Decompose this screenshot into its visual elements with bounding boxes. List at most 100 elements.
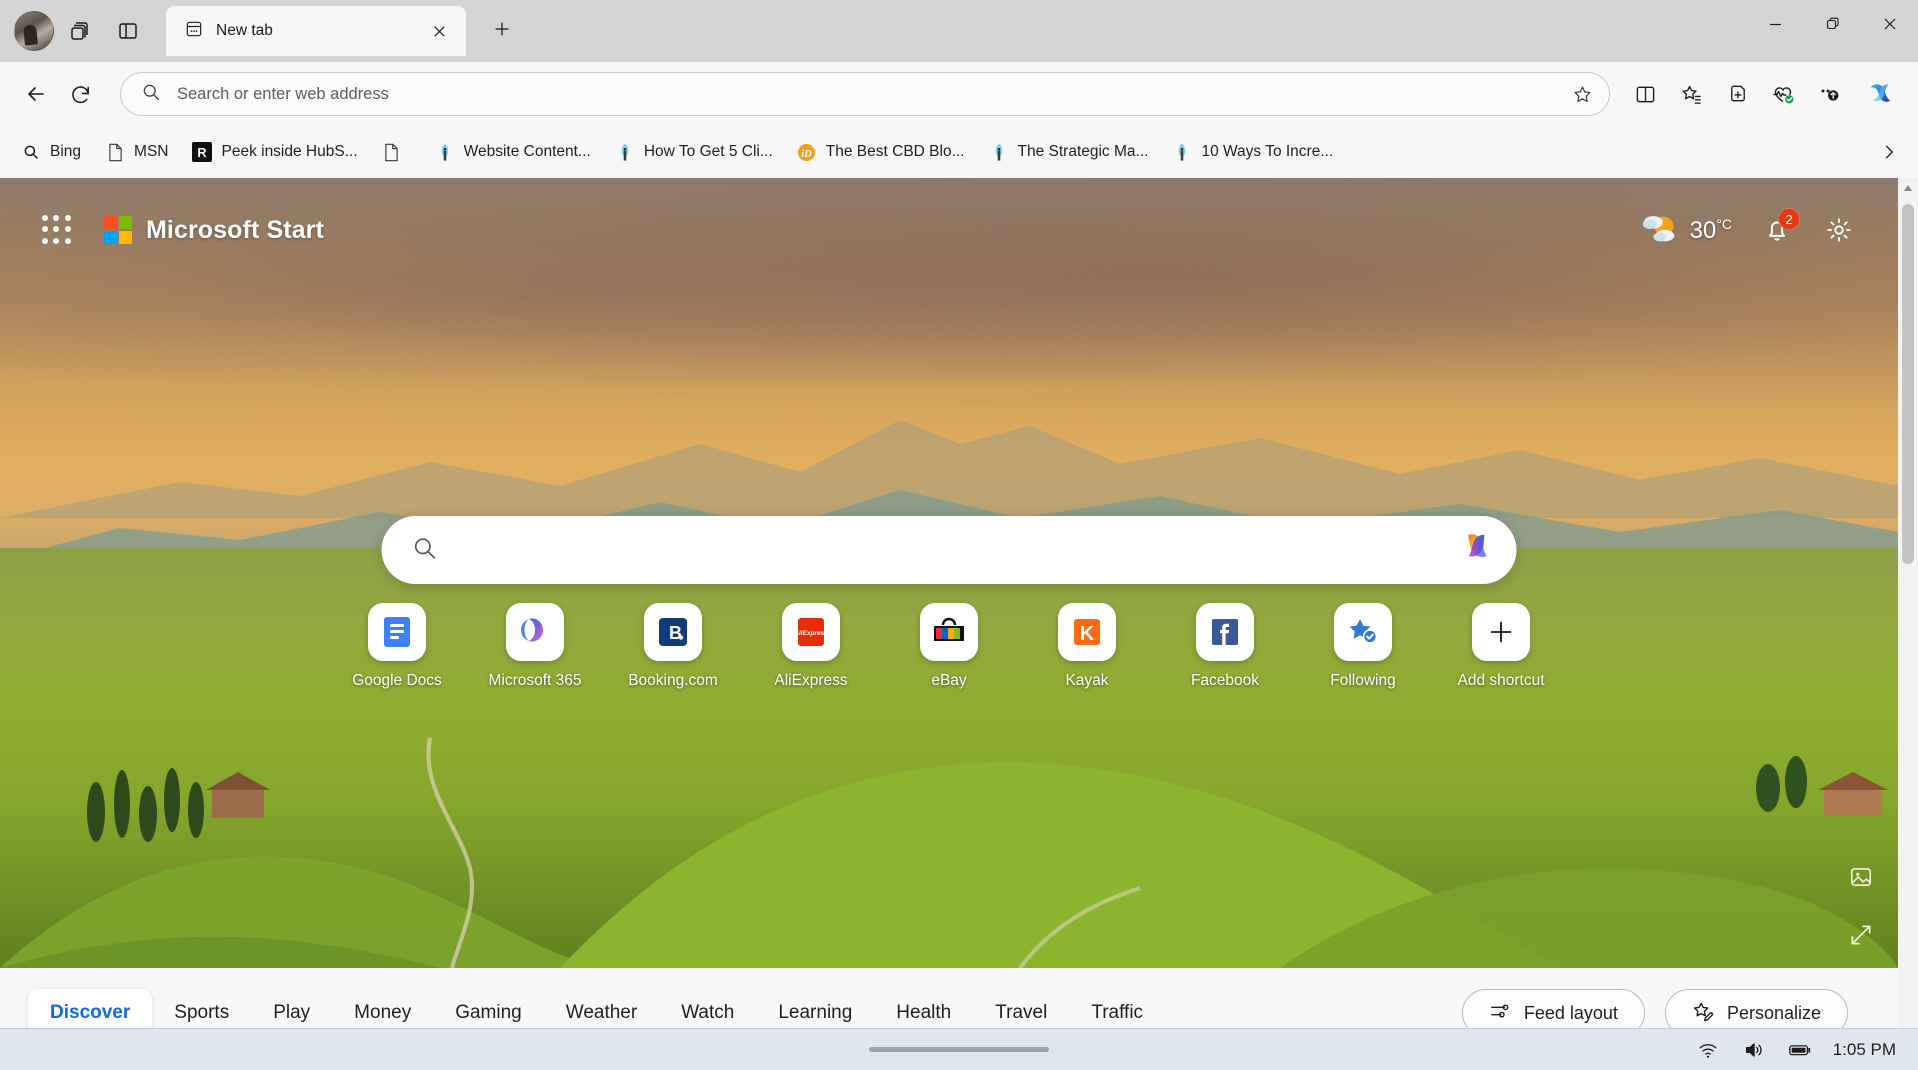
search-icon — [412, 535, 438, 566]
collections-icon[interactable] — [1714, 72, 1760, 116]
tab-actions-icon[interactable] — [106, 9, 150, 53]
following-star-icon — [1334, 603, 1392, 661]
temperature-unit: °C — [1716, 216, 1732, 232]
microsoft-start-logo[interactable]: Microsoft Start — [104, 216, 324, 245]
close-window-button[interactable] — [1861, 0, 1918, 48]
search-icon — [141, 82, 161, 107]
address-bar-input[interactable]: Search or enter web address — [177, 85, 1563, 104]
refresh-icon[interactable] — [58, 72, 102, 116]
chevron-right-icon[interactable] — [1872, 135, 1906, 169]
waffle-grid-icon[interactable] — [42, 215, 72, 245]
scrollbar-track[interactable] — [1898, 198, 1918, 1038]
bookmark-untitled[interactable] — [371, 133, 422, 171]
bookmark-label: Peek inside HubS... — [221, 143, 357, 161]
shortcut-google-docs[interactable]: Google Docs — [347, 603, 447, 690]
shortcut-ebay[interactable]: eBay — [899, 603, 999, 690]
temperature-value: 30°C — [1690, 216, 1732, 245]
cypress-trees — [0, 738, 1898, 858]
system-tray: 1:05 PM — [1695, 1037, 1918, 1063]
bookmark-how-to-get-5-clients[interactable]: How To Get 5 Cli... — [604, 133, 784, 171]
scrollbar-thumb[interactable] — [1902, 204, 1914, 564]
copilot-pages-icon[interactable] — [58, 9, 102, 53]
weather-widget[interactable]: 30°C — [1642, 211, 1732, 250]
bookmark-10-ways-to-increase[interactable]: 10 Ways To Incre... — [1161, 133, 1344, 171]
shortcut-booking-com[interactable]: B Booking.com — [623, 603, 723, 690]
taskbar-grip[interactable] — [869, 1047, 1049, 1052]
wallpaper-tools — [1846, 862, 1876, 950]
bookmark-website-content[interactable]: Website Content... — [424, 133, 602, 171]
close-tab-icon[interactable] — [424, 16, 454, 46]
bookmark-label: Website Content... — [464, 143, 591, 161]
bookmark-msn[interactable]: MSN — [94, 133, 179, 171]
bookmark-label: MSN — [134, 143, 168, 161]
pen-nib-icon — [435, 142, 455, 162]
window-controls — [1747, 0, 1918, 48]
bing-search-icon — [21, 142, 41, 162]
minimize-button[interactable] — [1747, 0, 1804, 48]
booking-com-icon: B — [644, 603, 702, 661]
svg-text:R: R — [198, 145, 207, 160]
settings-and-more-icon[interactable] — [1806, 72, 1852, 116]
bookmark-label: The Strategic Ma... — [1018, 143, 1149, 161]
facebook-icon — [1196, 603, 1254, 661]
r-letter-icon: R — [192, 142, 212, 162]
document-icon — [105, 142, 125, 162]
shortcut-label: Add shortcut — [1457, 672, 1544, 690]
taskbar-clock[interactable]: 1:05 PM — [1833, 1040, 1896, 1060]
shortcut-label: Microsoft 365 — [488, 672, 581, 690]
microsoft-365-icon — [506, 603, 564, 661]
sliders-icon — [1489, 1000, 1511, 1027]
expand-diagonal-icon[interactable] — [1846, 920, 1876, 950]
bookmark-peek-inside-hubspot[interactable]: R Peek inside HubS... — [181, 133, 368, 171]
back-arrow-icon[interactable] — [14, 72, 58, 116]
tab-title: New tab — [216, 22, 412, 40]
copilot-orb-icon[interactable] — [1455, 528, 1499, 572]
shortcut-label: Facebook — [1191, 672, 1259, 690]
aliexpress-icon: AliExpress — [782, 603, 840, 661]
shortcut-following[interactable]: Following — [1313, 603, 1413, 690]
shortcut-label: eBay — [931, 672, 966, 690]
copilot-icon[interactable] — [1856, 72, 1904, 116]
bookmark-label: 10 Ways To Incre... — [1201, 143, 1333, 161]
battery-icon[interactable] — [1787, 1037, 1813, 1063]
document-icon — [382, 142, 402, 162]
pen-nib-icon — [989, 142, 1009, 162]
image-info-icon[interactable] — [1846, 862, 1876, 892]
new-tab-button[interactable] — [482, 9, 522, 49]
wifi-icon[interactable] — [1695, 1037, 1721, 1063]
svg-text:AliExpress: AliExpress — [794, 630, 828, 637]
profile-avatar[interactable] — [14, 11, 54, 51]
shortcut-add[interactable]: Add shortcut — [1451, 603, 1551, 690]
start-search-box[interactable] — [382, 516, 1517, 584]
svg-text:iD: iD — [802, 148, 813, 159]
page-scrollbar[interactable] — [1898, 178, 1918, 1058]
shortcut-microsoft-365[interactable]: Microsoft 365 — [485, 603, 585, 690]
browser-tab[interactable]: New tab — [166, 6, 466, 56]
start-brand-title: Microsoft Start — [146, 216, 324, 245]
shortcut-label: Following — [1330, 672, 1395, 690]
restore-button[interactable] — [1804, 0, 1861, 48]
svg-text:K: K — [1080, 623, 1095, 645]
shortcut-aliexpress[interactable]: AliExpress AliExpress — [761, 603, 861, 690]
shortcut-facebook[interactable]: Facebook — [1175, 603, 1275, 690]
favorite-star-icon[interactable] — [1563, 75, 1601, 113]
favorites-icon[interactable] — [1668, 72, 1714, 116]
page-content: Microsoft Start 3 — [0, 178, 1918, 1058]
os-taskbar: 1:05 PM — [0, 1028, 1918, 1070]
scroll-up-arrow[interactable] — [1898, 178, 1918, 198]
bookmark-bing[interactable]: Bing — [10, 133, 92, 171]
gear-icon[interactable] — [1822, 213, 1856, 247]
notifications-button[interactable]: 2 — [1760, 213, 1794, 247]
address-bar[interactable]: Search or enter web address — [120, 72, 1610, 116]
browser-essentials-icon[interactable] — [1760, 72, 1806, 116]
plus-icon — [1472, 603, 1530, 661]
volume-icon[interactable] — [1741, 1037, 1767, 1063]
shortcut-kayak[interactable]: K Kayak — [1037, 603, 1137, 690]
bookmark-the-best-cbd-blog[interactable]: iD The Best CBD Blo... — [786, 133, 976, 171]
bookmark-the-strategic-marketer[interactable]: The Strategic Ma... — [978, 133, 1160, 171]
notification-badge: 2 — [1778, 208, 1800, 230]
split-screen-icon[interactable] — [1622, 72, 1668, 116]
start-header-actions: 30°C 2 — [1642, 211, 1856, 250]
shortcut-label: AliExpress — [774, 672, 847, 690]
msn-start-page: Microsoft Start 3 — [0, 178, 1898, 1058]
